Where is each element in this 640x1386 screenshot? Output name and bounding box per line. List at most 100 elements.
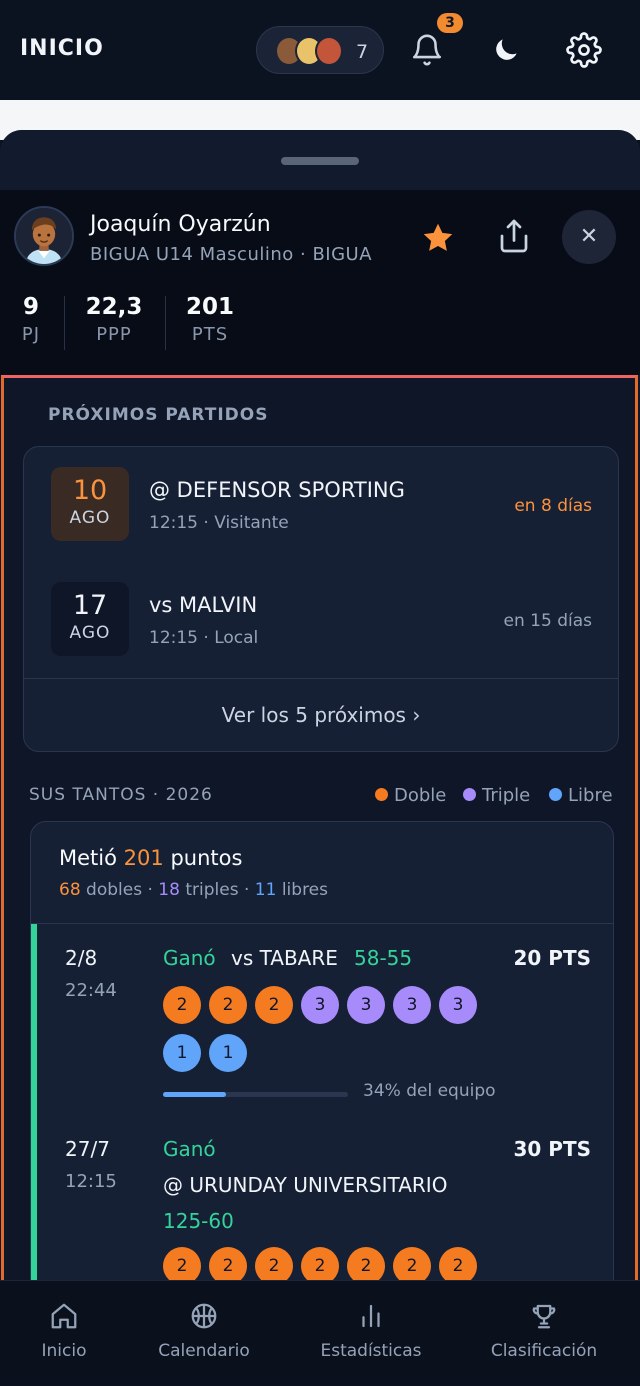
follower-avatar bbox=[315, 36, 343, 66]
stat-value: 201 bbox=[185, 294, 234, 320]
stat-divider bbox=[165, 296, 166, 350]
followers-button[interactable]: 7 bbox=[256, 26, 384, 74]
legend-item-triple: Triple bbox=[463, 785, 530, 806]
game-time: 22:44 bbox=[65, 980, 117, 1001]
match-detail: 12:15 · Visitante bbox=[149, 513, 289, 533]
bell-icon[interactable] bbox=[410, 33, 444, 67]
game-score: 58-55 bbox=[354, 946, 413, 970]
nav-label: Inicio bbox=[41, 1341, 87, 1361]
match-countdown: en 15 días bbox=[503, 611, 592, 631]
summary-total: 201 bbox=[123, 846, 164, 870]
shot-chip: 2 bbox=[255, 986, 293, 1024]
drag-handle[interactable] bbox=[281, 157, 359, 165]
points-summary-title: Metió 201 puntos bbox=[59, 846, 242, 870]
stat-points-per-game: 22,3 PPP bbox=[84, 294, 144, 345]
nav-item-estadisticas[interactable]: Estadísticas bbox=[306, 1281, 436, 1386]
gear-icon[interactable] bbox=[566, 32, 602, 68]
separator: · bbox=[243, 880, 250, 900]
game-row[interactable]: 2/8 22:44 Ganó vs TABARE 58-55 20 PTS 34… bbox=[31, 924, 613, 1134]
shot-chip: 2 bbox=[163, 986, 201, 1024]
shot-chip: 2 bbox=[209, 1247, 247, 1280]
legend-label: Doble bbox=[394, 785, 447, 806]
nav-item-calendario[interactable]: Calendario bbox=[144, 1281, 264, 1386]
doubles-count: 68 bbox=[59, 880, 81, 900]
favorite-star-icon[interactable] bbox=[420, 220, 456, 256]
points-section-title: SUS TANTOS · 2026 bbox=[29, 785, 213, 805]
shot-chip: 2 bbox=[209, 986, 247, 1024]
shot-chip: 3 bbox=[301, 986, 339, 1024]
stat-value: 22,3 bbox=[85, 294, 143, 320]
player-team: BIGUA U14 Masculino · BIGUA bbox=[90, 244, 373, 265]
basketball-icon bbox=[191, 1303, 217, 1329]
game-points: 30 PTS bbox=[513, 1137, 592, 1161]
nav-label: Calendario bbox=[158, 1341, 250, 1361]
stat-value: 9 bbox=[22, 294, 39, 320]
top-bar: INICIO 7 3 bbox=[0, 0, 640, 100]
nav-label: Clasificación bbox=[490, 1341, 598, 1361]
sheet-header bbox=[0, 130, 640, 190]
triples-label: triples bbox=[185, 880, 239, 900]
doubles-label: dobles bbox=[86, 880, 143, 900]
legend-dot bbox=[375, 788, 388, 801]
team-share-fill bbox=[163, 1092, 226, 1097]
stat-games-played: 9 PJ bbox=[18, 294, 44, 345]
match-date-box: 17 AGO bbox=[51, 582, 129, 656]
shot-chip: 1 bbox=[163, 1034, 201, 1072]
game-opponent: vs TABARE bbox=[231, 946, 338, 970]
share-icon[interactable] bbox=[496, 218, 532, 254]
summary-prefix: Metió bbox=[59, 846, 117, 870]
shot-chip: 2 bbox=[255, 1247, 293, 1280]
stat-divider bbox=[64, 296, 65, 350]
shot-chip: 2 bbox=[439, 1247, 477, 1280]
nav-label: Estadísticas bbox=[320, 1341, 422, 1361]
shot-chip: 2 bbox=[393, 1247, 431, 1280]
stat-label: PJ bbox=[21, 324, 41, 345]
points-card: Metió 201 puntos 68 dobles · 18 triples … bbox=[30, 821, 614, 1280]
player-name: Joaquín Oyarzún bbox=[90, 212, 271, 237]
match-opponent: @ DEFENSOR SPORTING bbox=[149, 478, 405, 502]
stat-label: PPP bbox=[96, 324, 132, 345]
legend-label: Triple bbox=[482, 785, 531, 806]
legend-item-doble: Doble bbox=[375, 785, 446, 806]
shot-chip: 3 bbox=[439, 986, 477, 1024]
home-icon bbox=[51, 1303, 77, 1329]
nav-item-clasificacion[interactable]: Clasificación bbox=[476, 1281, 612, 1386]
moon-icon[interactable] bbox=[490, 34, 522, 66]
match-date-box: 10 AGO bbox=[51, 467, 129, 541]
player-avatar-illustration bbox=[16, 208, 72, 264]
see-all-upcoming-link[interactable]: Ver los 5 próximos › bbox=[24, 703, 618, 727]
shot-chip: 3 bbox=[393, 986, 431, 1024]
game-time: 12:15 bbox=[65, 1171, 117, 1192]
game-opponent: @ URUNDAY UNIVERSITARIO bbox=[163, 1173, 448, 1197]
stat-total-points: 201 PTS bbox=[184, 294, 236, 345]
free-count: 11 bbox=[254, 880, 277, 900]
shot-chip: 2 bbox=[347, 1247, 385, 1280]
trophy-icon bbox=[532, 1304, 556, 1329]
team-share-bar bbox=[163, 1092, 348, 1097]
followers-count: 7 bbox=[356, 41, 369, 63]
game-result: Ganó bbox=[163, 946, 216, 970]
match-month: AGO bbox=[69, 508, 111, 528]
legend-dot bbox=[549, 788, 562, 801]
upcoming-section-title: PRÓXIMOS PARTIDOS bbox=[48, 405, 269, 425]
match-countdown: en 8 días bbox=[514, 496, 592, 516]
match-month: AGO bbox=[69, 623, 111, 643]
bottom-nav: Inicio Calendario Estadísticas Clasifica… bbox=[0, 1280, 640, 1385]
game-date: 27/7 bbox=[65, 1137, 110, 1161]
team-share-label: 34% del equipo bbox=[363, 1081, 496, 1101]
player-profile: Joaquín Oyarzún BIGUA U14 Masculino · BI… bbox=[0, 190, 640, 375]
sheet-content: PRÓXIMOS PARTIDOS 10 AGO @ DEFENSOR SPOR… bbox=[1, 375, 638, 1280]
stat-label: PTS bbox=[191, 324, 229, 345]
player-sheet: Joaquín Oyarzún BIGUA U14 Masculino · BI… bbox=[0, 130, 640, 1280]
shot-chip: 2 bbox=[163, 1247, 201, 1280]
nav-item-inicio[interactable]: Inicio bbox=[14, 1281, 114, 1386]
legend-dot bbox=[463, 788, 476, 801]
game-result: Ganó bbox=[163, 1137, 216, 1161]
match-day: 10 bbox=[72, 475, 108, 506]
player-avatar bbox=[14, 206, 74, 266]
legend-item-libre: Libre bbox=[549, 785, 613, 806]
game-points: 20 PTS bbox=[513, 946, 592, 970]
game-date: 2/8 bbox=[65, 946, 98, 970]
game-row[interactable]: 27/7 12:15 Ganó @ URUNDAY UNIVERSITARIO … bbox=[31, 1134, 613, 1280]
close-button[interactable]: ✕ bbox=[562, 210, 616, 264]
